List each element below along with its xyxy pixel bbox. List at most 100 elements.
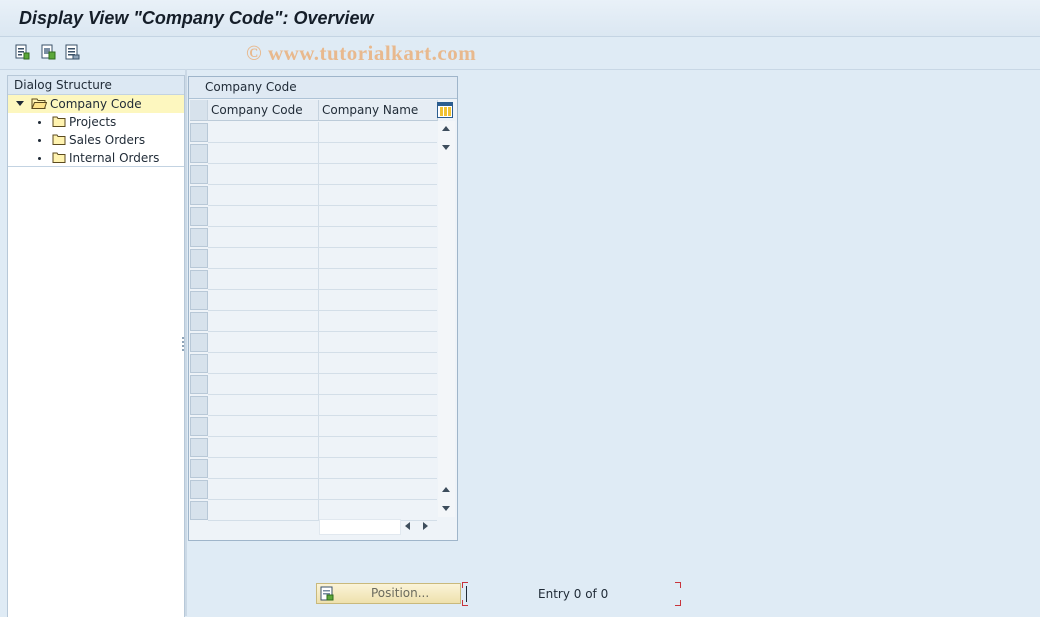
cell-divider — [318, 164, 319, 185]
row-selector[interactable] — [190, 375, 208, 394]
tree-node-label: Company Code — [50, 97, 142, 111]
table-row[interactable] — [208, 374, 437, 395]
scroll-left-icon[interactable] — [405, 522, 410, 530]
table-row[interactable] — [208, 185, 437, 206]
table-row[interactable] — [208, 227, 437, 248]
row-selector[interactable] — [190, 249, 208, 268]
table-row[interactable] — [208, 353, 437, 374]
focus-bracket — [462, 582, 468, 588]
table-row[interactable] — [208, 311, 437, 332]
tree-node-company-code[interactable]: Company Code — [8, 95, 184, 113]
table-row[interactable] — [208, 290, 437, 311]
cell-divider — [318, 353, 319, 374]
focus-bracket — [675, 600, 681, 606]
table-row[interactable] — [208, 458, 437, 479]
table-row[interactable] — [208, 248, 437, 269]
tree-node-internal-orders[interactable]: Internal Orders — [8, 149, 184, 167]
scroll-track[interactable] — [319, 519, 401, 535]
table-row[interactable] — [208, 206, 437, 227]
table-row[interactable] — [208, 416, 437, 437]
select-all-rows-button[interactable] — [190, 100, 208, 121]
row-selector[interactable] — [190, 291, 208, 310]
divider — [8, 166, 184, 167]
entry-count-text: Entry 0 of 0 — [538, 587, 609, 601]
scroll-right-icon[interactable] — [423, 522, 428, 530]
bullet-icon — [38, 139, 41, 142]
cell-divider — [318, 458, 319, 479]
display-details-icon[interactable] — [14, 44, 30, 60]
cell-divider — [318, 143, 319, 164]
table-settings-icon[interactable] — [437, 102, 454, 122]
row-selector[interactable] — [190, 165, 208, 184]
column-header-company-code[interactable]: Company Code — [208, 100, 319, 121]
application-toolbar — [0, 37, 1040, 70]
cell-divider — [318, 227, 319, 248]
cell-divider — [318, 374, 319, 395]
row-selector[interactable] — [190, 417, 208, 436]
table-row[interactable] — [208, 437, 437, 458]
dialog-structure-header: Dialog Structure — [8, 76, 184, 95]
cell-divider — [318, 395, 319, 416]
tree-node-projects[interactable]: Projects — [8, 113, 184, 131]
cell-divider — [318, 416, 319, 437]
row-selector[interactable] — [190, 480, 208, 499]
scroll-page-up-icon[interactable] — [442, 487, 450, 492]
table-row[interactable] — [208, 269, 437, 290]
table-row[interactable] — [208, 164, 437, 185]
table-row[interactable] — [208, 395, 437, 416]
row-selector[interactable] — [190, 459, 208, 478]
row-selector[interactable] — [190, 186, 208, 205]
page-title: Display View "Company Code": Overview — [19, 8, 374, 28]
row-selector[interactable] — [190, 207, 208, 226]
tree-node-label: Projects — [69, 115, 117, 129]
cell-divider — [318, 248, 319, 269]
divider — [185, 69, 187, 616]
cell-divider — [318, 479, 319, 500]
text-cursor — [466, 586, 467, 602]
bullet-icon — [38, 157, 41, 160]
table-row[interactable] — [208, 332, 437, 353]
company-code-table: Company Code Company Code Company Name — [188, 76, 458, 541]
tree-node-label: Internal Orders — [69, 151, 160, 165]
cell-divider — [318, 290, 319, 311]
cell-divider — [318, 437, 319, 458]
dialog-structure-panel: Dialog Structure Company Code Projects S… — [7, 75, 185, 617]
expand-triangle-icon[interactable] — [16, 101, 24, 106]
cell-divider — [318, 122, 319, 143]
tree-node-label: Sales Orders — [69, 133, 146, 147]
position-button-label: Position... — [371, 586, 430, 600]
row-selector[interactable] — [190, 123, 208, 142]
position-icon — [320, 586, 335, 607]
row-selector[interactable] — [190, 438, 208, 457]
table-title: Company Code — [189, 77, 457, 99]
row-selector[interactable] — [190, 501, 208, 520]
select-all-icon[interactable] — [40, 44, 56, 60]
row-selector[interactable] — [190, 354, 208, 373]
row-selector[interactable] — [190, 144, 208, 163]
cell-divider — [318, 185, 319, 206]
position-button[interactable]: Position... — [316, 583, 461, 604]
cell-divider — [318, 311, 319, 332]
table-row[interactable] — [208, 479, 437, 500]
tree-node-sales-orders[interactable]: Sales Orders — [8, 131, 184, 149]
vertical-scrollbar[interactable] — [438, 121, 455, 517]
row-selector[interactable] — [190, 270, 208, 289]
print-list-icon[interactable] — [64, 44, 80, 60]
cell-divider — [318, 332, 319, 353]
watermark: © www.tutorialkart.com — [246, 41, 477, 65]
horizontal-scrollbar[interactable] — [319, 518, 455, 535]
table-row[interactable] — [208, 122, 437, 143]
column-header-company-name[interactable]: Company Name — [319, 100, 438, 121]
row-selector[interactable] — [190, 312, 208, 331]
scroll-page-down-icon[interactable] — [442, 506, 450, 511]
entry-counter: Entry 0 of 0 — [462, 582, 681, 606]
table-row[interactable] — [208, 143, 437, 164]
scroll-up-icon[interactable] — [442, 126, 450, 131]
scroll-down-icon[interactable] — [442, 145, 450, 150]
row-selector[interactable] — [190, 396, 208, 415]
title-bar: Display View "Company Code": Overview — [0, 0, 1040, 37]
cell-divider — [318, 269, 319, 290]
splitter-handle[interactable] — [182, 336, 185, 354]
row-selector[interactable] — [190, 228, 208, 247]
row-selector[interactable] — [190, 333, 208, 352]
